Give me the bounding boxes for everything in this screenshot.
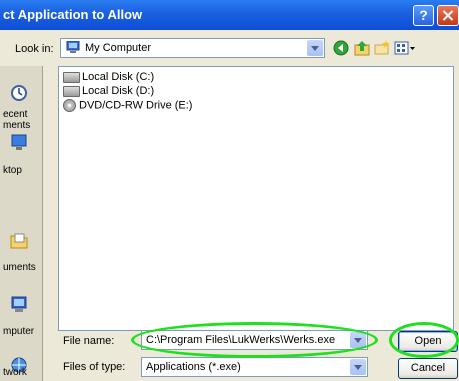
file-type-label: Files of type: bbox=[63, 361, 126, 373]
places-recent[interactable]: ecent ments bbox=[0, 76, 42, 131]
places-network[interactable]: twork bbox=[0, 336, 42, 381]
close-button[interactable] bbox=[437, 5, 459, 26]
file-name-value: C:\Program Files\LukWerks\Werks.exe bbox=[146, 334, 336, 346]
places-desktop[interactable]: ktop bbox=[0, 132, 42, 182]
list-item[interactable]: DVD/CD-RW Drive (E:) bbox=[63, 99, 192, 113]
help-button[interactable]: ? bbox=[413, 5, 434, 26]
file-list[interactable]: Local Disk (C:) Local Disk (D:) DVD/CD-R… bbox=[58, 66, 454, 331]
new-folder-icon[interactable] bbox=[374, 40, 390, 56]
cancel-button[interactable]: Cancel bbox=[398, 358, 458, 379]
desktop-icon bbox=[11, 134, 27, 150]
places-my-computer[interactable]: mputer bbox=[0, 266, 42, 337]
recent-documents-icon bbox=[11, 85, 27, 101]
list-item[interactable]: Local Disk (C:) bbox=[63, 71, 154, 85]
my-documents-icon bbox=[10, 233, 28, 249]
chevron-down-icon[interactable] bbox=[350, 332, 366, 348]
list-item-label: Local Disk (C:) bbox=[82, 71, 155, 83]
places-label: ktop bbox=[3, 165, 22, 176]
list-item-label: Local Disk (D:) bbox=[82, 85, 155, 97]
back-icon[interactable] bbox=[333, 40, 349, 56]
look-in-label: Look in: bbox=[15, 43, 54, 55]
places-label: twork bbox=[3, 367, 27, 378]
window-title: ct Application to Allow bbox=[3, 7, 143, 22]
my-computer-icon bbox=[11, 296, 27, 312]
look-in-dropdown[interactable]: My Computer bbox=[60, 38, 325, 58]
places-label: ecent ments bbox=[3, 109, 31, 131]
cd-drive-icon bbox=[63, 99, 76, 112]
file-name-label: File name: bbox=[63, 335, 115, 347]
chevron-down-icon[interactable] bbox=[350, 359, 366, 375]
open-button[interactable]: Open bbox=[398, 331, 458, 352]
my-computer-icon bbox=[66, 41, 80, 53]
list-item[interactable]: Local Disk (D:) bbox=[63, 85, 154, 99]
places-bar: ecent ments ktop uments mputer twork bbox=[0, 66, 43, 381]
title-bar: ct Application to Allow ? bbox=[0, 0, 459, 30]
list-item-label: DVD/CD-RW Drive (E:) bbox=[79, 99, 193, 112]
up-folder-icon[interactable] bbox=[354, 40, 370, 56]
views-menu-icon[interactable] bbox=[394, 40, 416, 56]
file-name-input[interactable]: C:\Program Files\LukWerks\Werks.exe bbox=[141, 330, 368, 350]
file-type-value: Applications (*.exe) bbox=[146, 361, 241, 373]
open-file-dialog: Look in: My Computer ecent ments ktop um… bbox=[0, 30, 459, 381]
look-in-value: My Computer bbox=[85, 42, 152, 54]
file-type-dropdown[interactable]: Applications (*.exe) bbox=[141, 357, 368, 377]
drive-icon bbox=[63, 85, 80, 97]
drive-icon bbox=[63, 71, 80, 83]
chevron-down-icon[interactable] bbox=[307, 40, 323, 56]
places-my-documents[interactable]: uments bbox=[0, 202, 42, 273]
